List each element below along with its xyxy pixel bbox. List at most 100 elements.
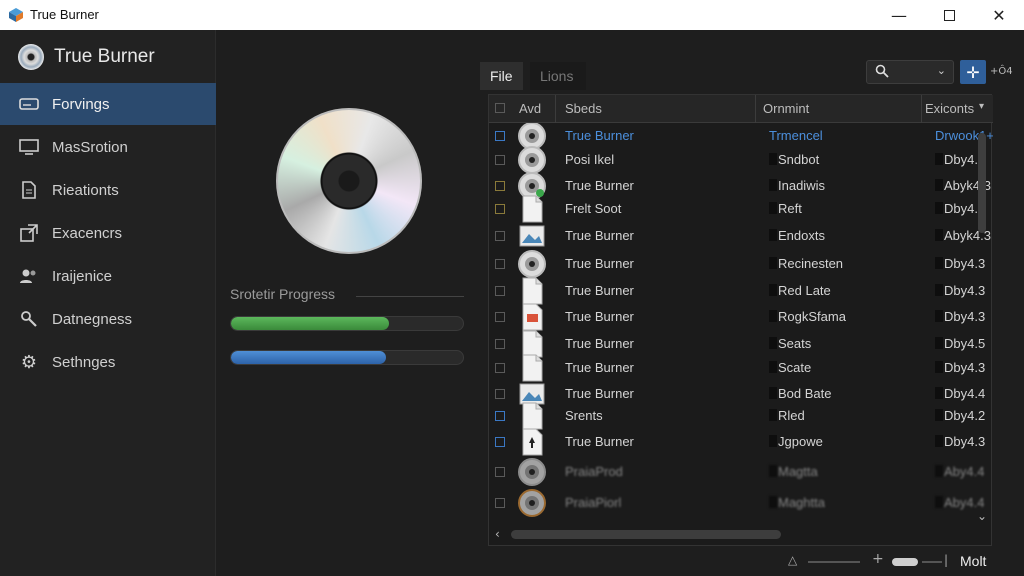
sidebar-item-label: Rieationts bbox=[52, 181, 119, 199]
cell-name: True Burner bbox=[565, 309, 634, 324]
document-icon bbox=[18, 181, 40, 199]
table-row[interactable]: Srents Rled Dby4.2 bbox=[489, 402, 993, 430]
row-checkbox[interactable] bbox=[495, 181, 505, 191]
row-checkbox[interactable] bbox=[495, 339, 505, 349]
row-checkbox[interactable] bbox=[495, 389, 505, 399]
cell-type: Sndbot bbox=[769, 152, 819, 167]
pin-icon: | bbox=[944, 553, 949, 567]
tab-lions[interactable]: Lions bbox=[530, 62, 586, 90]
progress-fill bbox=[231, 317, 389, 330]
table-row[interactable]: True Burner Jgpowe Dby4.3 bbox=[489, 428, 993, 456]
cell-name: True Burner bbox=[565, 386, 634, 401]
close-button[interactable]: ✕ bbox=[974, 0, 1024, 30]
column-separator bbox=[555, 95, 556, 123]
disc-file-icon bbox=[517, 249, 547, 279]
tab-file[interactable]: File bbox=[480, 62, 523, 90]
horizontal-scrollbar[interactable]: ‹ bbox=[495, 527, 975, 541]
table-row[interactable]: True Burner Recinesten Dby4.3 bbox=[489, 249, 993, 279]
search-dropdown[interactable]: ⌄ bbox=[866, 60, 954, 84]
table-row[interactable]: True Burner RogkSfama Dby4.3 bbox=[489, 303, 993, 331]
column-header-sbeds[interactable]: Sbeds bbox=[565, 101, 602, 116]
sidebar-item-iraijenice[interactable]: Iraijenice bbox=[0, 255, 216, 297]
cell-type: RogkSfama bbox=[769, 309, 846, 324]
row-checkbox[interactable] bbox=[495, 498, 505, 508]
table-row[interactable]: True Burner Trmencel Drwook1+ bbox=[489, 123, 993, 150]
scroll-down-icon[interactable]: ⌄ bbox=[977, 509, 987, 523]
scroll-left-icon[interactable]: ‹ bbox=[495, 527, 500, 541]
row-checkbox[interactable] bbox=[495, 363, 505, 373]
column-separator bbox=[755, 95, 756, 123]
search-icon bbox=[875, 64, 889, 82]
column-header-ornmint[interactable]: Ornmint bbox=[763, 101, 809, 116]
vertical-scrollbar[interactable] bbox=[977, 129, 987, 499]
cell-name: True Burner bbox=[565, 256, 634, 271]
add-button[interactable]: ✛ bbox=[960, 60, 986, 84]
cell-type: Rled bbox=[769, 408, 805, 423]
row-checkbox[interactable] bbox=[495, 231, 505, 241]
row-checkbox[interactable] bbox=[495, 259, 505, 269]
cell-type: Inadiwis bbox=[769, 178, 825, 193]
sidebar-item-forvings[interactable]: Forvings bbox=[0, 83, 216, 125]
sidebar-item-datnegness[interactable]: Datnegness bbox=[0, 298, 216, 340]
zoom-in-icon[interactable]: + bbox=[872, 551, 884, 567]
column-header-avd[interactable]: Avd bbox=[519, 101, 541, 116]
sidebar-item-rieationts[interactable]: Rieationts bbox=[0, 169, 216, 211]
file-panel: File Lions ⌄ ✛ +Ô4 Avd Sbeds Ornmint Exi… bbox=[478, 58, 1018, 548]
drive-icon bbox=[18, 95, 40, 113]
sidebar-item-label: Forvings bbox=[52, 95, 110, 113]
sort-icon[interactable]: ▾ bbox=[979, 101, 984, 112]
sidebar-item-label: MasSrotion bbox=[52, 138, 128, 156]
scroll-thumb[interactable] bbox=[978, 133, 986, 233]
disc-file-icon bbox=[517, 457, 547, 487]
file-file-icon bbox=[517, 194, 547, 224]
monitor-icon bbox=[18, 138, 40, 156]
export-icon bbox=[18, 224, 40, 242]
sidebar-item-massrotion[interactable]: MasSrotion bbox=[0, 126, 216, 168]
zoom-track bbox=[808, 561, 860, 563]
scroll-thumb[interactable] bbox=[511, 530, 781, 539]
zoom-out-icon[interactable]: △ bbox=[788, 553, 797, 567]
title-bar: True Burner — ✕ bbox=[0, 0, 1024, 30]
brand: True Burner bbox=[18, 42, 155, 72]
row-checkbox[interactable] bbox=[495, 155, 505, 165]
row-checkbox[interactable] bbox=[495, 437, 505, 447]
cell-type: Reft bbox=[769, 201, 802, 216]
table-row[interactable]: PraiaProd Magtta Aby4.4 bbox=[489, 457, 993, 487]
cell-name: True Burner bbox=[565, 228, 634, 243]
maximize-button[interactable] bbox=[924, 0, 974, 30]
status-label: Molt bbox=[960, 553, 987, 569]
sidebar-item-sethnges[interactable]: ⚙ Sethnges bbox=[0, 341, 216, 383]
cell-name: PraiaPiorl bbox=[565, 495, 622, 510]
table-row[interactable]: PraiaPiorl Maghtta Aby4.4 bbox=[489, 489, 993, 517]
table-row[interactable]: True Burner Scate Dby4.3 bbox=[489, 354, 993, 382]
app-logo-icon bbox=[9, 8, 23, 22]
window-title: True Burner bbox=[30, 7, 99, 22]
column-header-exiconts[interactable]: Exiconts bbox=[925, 101, 974, 116]
table-row[interactable]: True Burner Red Late Dby4.3 bbox=[489, 277, 993, 305]
add-icon: ✛ bbox=[966, 62, 980, 82]
select-all-checkbox[interactable] bbox=[495, 103, 505, 113]
cell-type: Jgpowe bbox=[769, 434, 823, 449]
minimize-button[interactable]: — bbox=[874, 0, 924, 30]
row-checkbox[interactable] bbox=[495, 312, 505, 322]
table-row[interactable]: Frelt Soot Reft Dby4.3 bbox=[489, 194, 993, 224]
progress-label: Srotetir Progress bbox=[230, 286, 336, 302]
cell-name: True Burner bbox=[565, 336, 634, 351]
table-row[interactable]: True Burner Endoxts Abyk4.3 bbox=[489, 223, 993, 249]
row-checkbox[interactable] bbox=[495, 467, 505, 477]
table-row[interactable]: True Burner Seats Dby4.5 bbox=[489, 330, 993, 358]
zoom-slider[interactable] bbox=[892, 558, 918, 566]
progress-bar-secondary bbox=[230, 350, 464, 365]
cell-type: Trmencel bbox=[769, 128, 823, 143]
maximize-icon bbox=[943, 9, 955, 21]
cell-type: Scate bbox=[769, 360, 811, 375]
zoom-track bbox=[922, 561, 942, 563]
row-checkbox[interactable] bbox=[495, 204, 505, 214]
row-checkbox[interactable] bbox=[495, 131, 505, 141]
sidebar-item-exacencrs[interactable]: Exacencrs bbox=[0, 212, 216, 254]
row-checkbox[interactable] bbox=[495, 286, 505, 296]
cell-type: Bod Bate bbox=[769, 386, 832, 401]
add-label: +Ô4 bbox=[990, 66, 1013, 77]
table-row[interactable]: Posi Ikel Sndbot Dby4.3 bbox=[489, 146, 993, 174]
row-checkbox[interactable] bbox=[495, 411, 505, 421]
